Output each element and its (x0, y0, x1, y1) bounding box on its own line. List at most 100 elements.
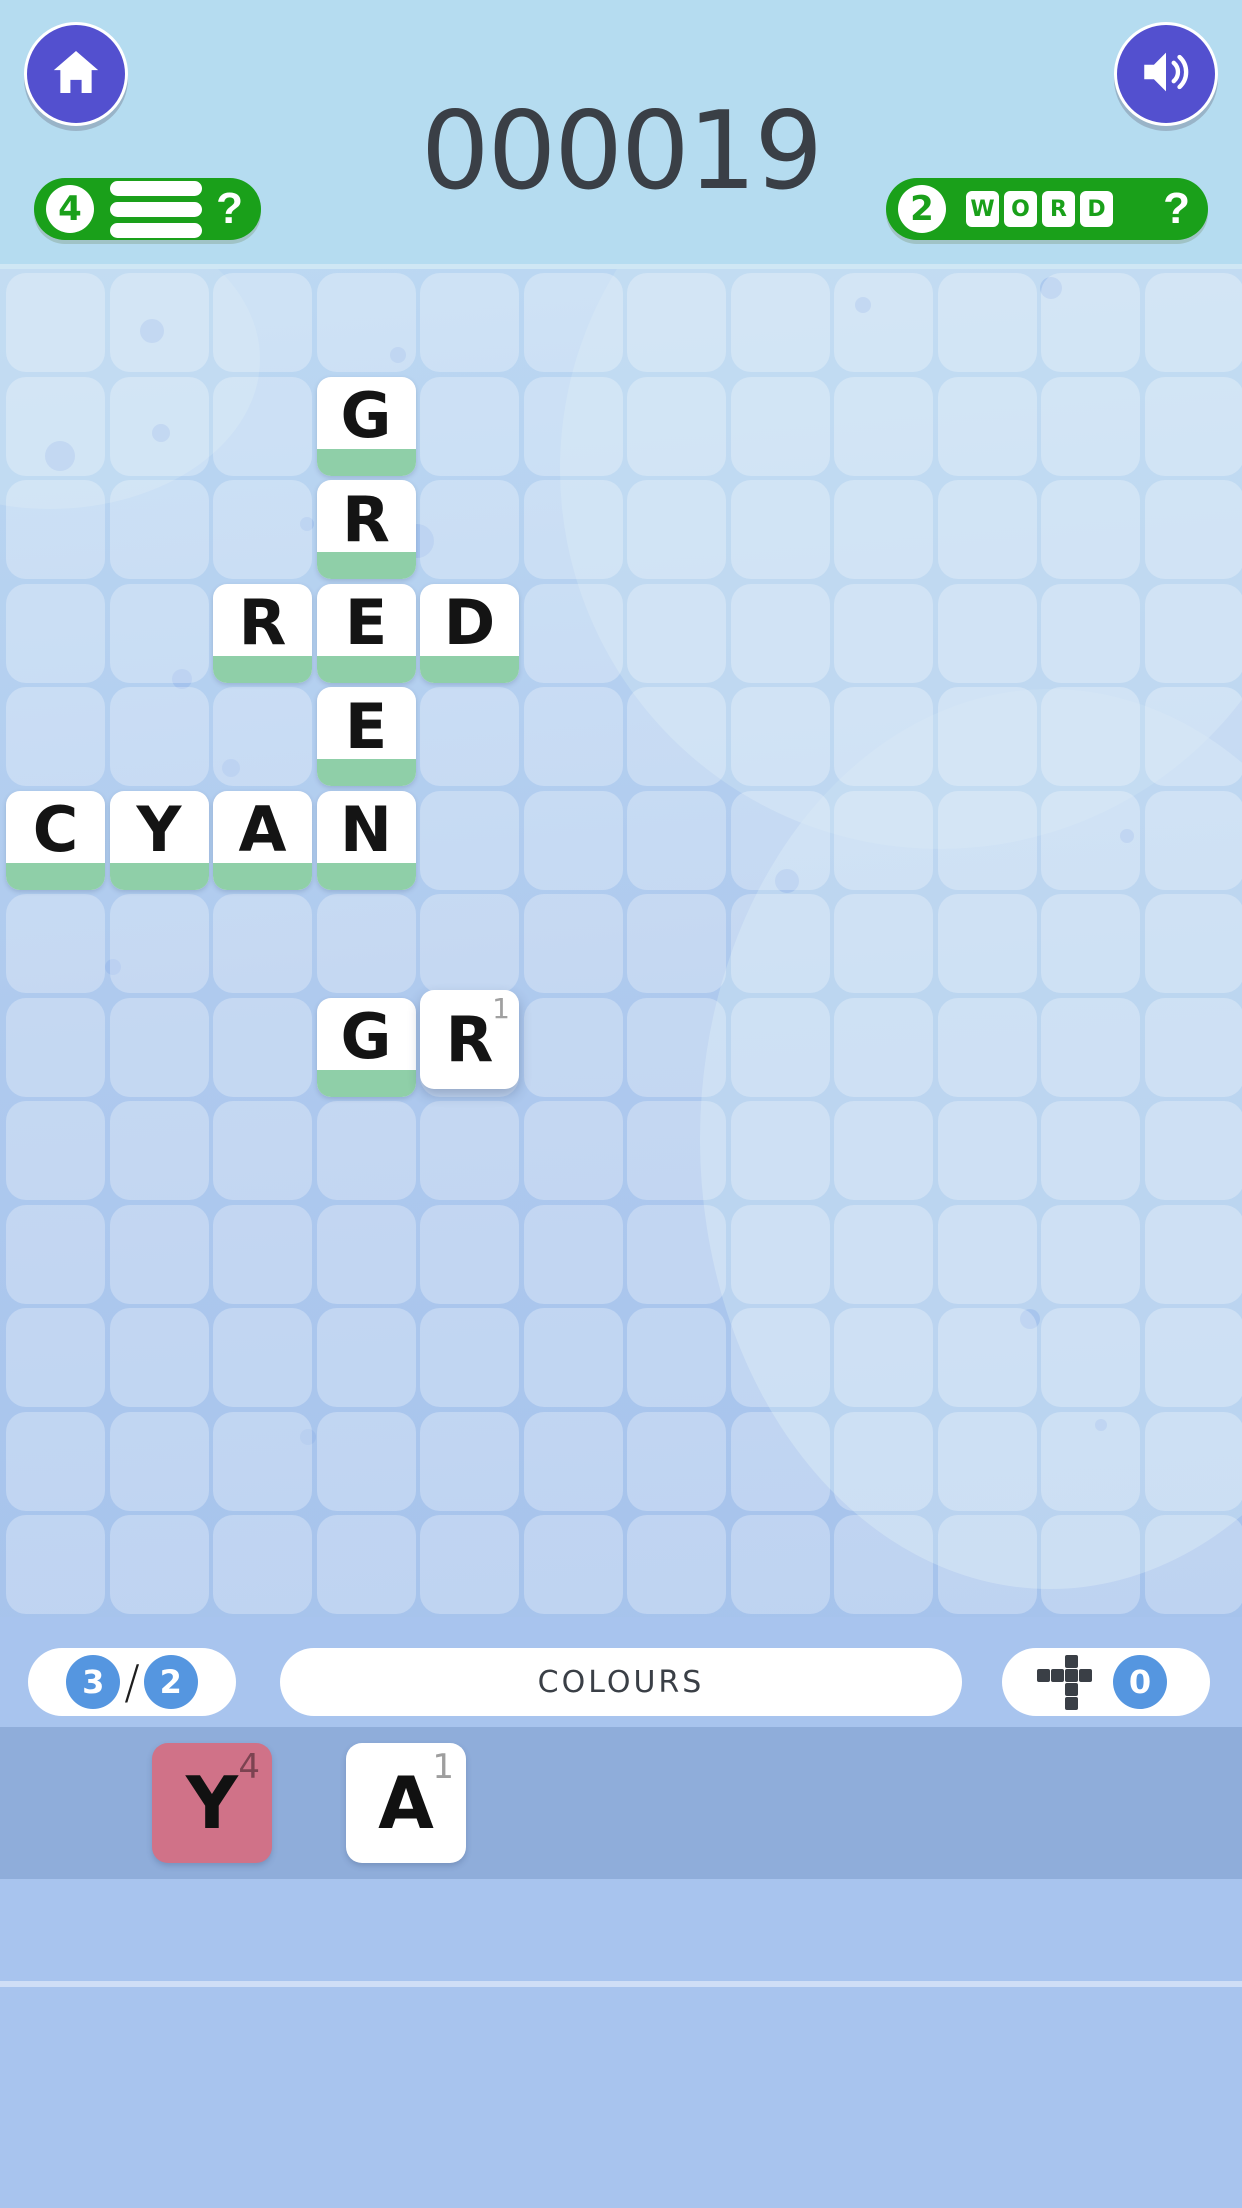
board-cell[interactable] (316, 1411, 416, 1511)
board-cell[interactable] (730, 1308, 830, 1407)
board-cell[interactable] (937, 1411, 1037, 1511)
board-cell[interactable] (834, 894, 933, 993)
board-cell[interactable] (627, 1308, 726, 1407)
board-cell[interactable] (213, 1411, 312, 1511)
rack-tile[interactable]: Y4 (152, 1743, 272, 1863)
board-cell[interactable] (834, 376, 933, 476)
board-cell[interactable] (6, 687, 105, 786)
board-cell[interactable] (213, 687, 312, 786)
board-cell[interactable] (834, 273, 933, 372)
board-cell[interactable] (834, 1411, 933, 1511)
board-tile[interactable]: A (213, 790, 312, 890)
board-cell[interactable] (109, 583, 209, 683)
board-cell[interactable] (109, 1411, 209, 1511)
board-cell[interactable] (109, 376, 209, 476)
board-tile[interactable]: D (420, 583, 519, 683)
board-cell[interactable] (730, 376, 830, 476)
board-cell[interactable] (316, 273, 416, 372)
board-cell[interactable] (420, 376, 519, 476)
board-cell[interactable] (523, 1308, 623, 1407)
board-cell[interactable] (6, 997, 105, 1097)
board-cell[interactable] (730, 894, 830, 993)
board-cell[interactable] (523, 1101, 623, 1200)
board-cell[interactable] (627, 790, 726, 890)
board-cell[interactable] (109, 273, 209, 372)
board-cell[interactable] (6, 1101, 105, 1200)
board-tile[interactable]: E (316, 583, 416, 683)
board-cell[interactable] (730, 1101, 830, 1200)
board-cell[interactable] (420, 1308, 519, 1407)
board-cell[interactable] (1144, 687, 1242, 786)
board-cell[interactable] (1144, 790, 1242, 890)
board-cell[interactable] (1041, 583, 1140, 683)
board-tile[interactable]: Y (109, 790, 209, 890)
board-cell[interactable] (730, 480, 830, 579)
board-cell[interactable] (627, 480, 726, 579)
board-cell[interactable] (627, 1204, 726, 1304)
board-cell[interactable] (523, 583, 623, 683)
board-cell[interactable] (6, 1204, 105, 1304)
board-cell[interactable] (1041, 997, 1140, 1097)
board-cell[interactable] (834, 687, 933, 786)
board-cell[interactable] (627, 894, 726, 993)
board-cell[interactable] (1041, 1411, 1140, 1511)
board-cell[interactable] (109, 480, 209, 579)
board-cell[interactable] (213, 1101, 312, 1200)
board-cell[interactable] (1041, 687, 1140, 786)
board-tile[interactable]: C (6, 790, 105, 890)
tile-rack[interactable]: Y4 A1 (0, 1727, 1242, 1879)
board-cell[interactable] (937, 480, 1037, 579)
board-cell[interactable] (834, 480, 933, 579)
board-cell[interactable] (937, 790, 1037, 890)
board-cell[interactable] (834, 1101, 933, 1200)
board-cell[interactable] (937, 894, 1037, 993)
board-cell[interactable] (730, 1411, 830, 1511)
board-cell[interactable] (834, 997, 933, 1097)
board-cell[interactable] (937, 1308, 1037, 1407)
board-cell[interactable] (937, 687, 1037, 786)
board-cell[interactable] (420, 273, 519, 372)
board-cell[interactable] (213, 273, 312, 372)
board-cell[interactable] (937, 1101, 1037, 1200)
rack-tile[interactable]: A1 (346, 1743, 466, 1863)
board-cell[interactable] (6, 480, 105, 579)
board-cell[interactable] (109, 1204, 209, 1304)
board-cell[interactable] (1041, 894, 1140, 993)
board-cell[interactable] (6, 1411, 105, 1511)
board-cell[interactable] (213, 1308, 312, 1407)
board-cell[interactable] (420, 894, 519, 993)
board-cell[interactable] (627, 687, 726, 786)
board-cell[interactable] (109, 1308, 209, 1407)
board-cell[interactable] (1041, 1101, 1140, 1200)
word-hint-pill[interactable]: 2 W O R D ? (886, 178, 1208, 240)
board-cell[interactable] (1144, 997, 1242, 1097)
board-cell[interactable] (627, 376, 726, 476)
board-cell[interactable] (627, 1515, 726, 1614)
game-board[interactable]: GRREDECYANGR1 (0, 269, 1242, 1617)
board-cell[interactable] (937, 583, 1037, 683)
board-cell[interactable] (1144, 273, 1242, 372)
board-tile[interactable]: G (316, 997, 416, 1097)
board-cell[interactable] (1041, 790, 1140, 890)
board-cell[interactable] (730, 687, 830, 786)
board-cell[interactable] (1041, 480, 1140, 579)
board-cell[interactable] (523, 687, 623, 786)
board-cell[interactable] (834, 1515, 933, 1614)
board-cell[interactable] (1144, 1101, 1242, 1200)
board-tile[interactable]: R (316, 480, 416, 579)
board-cell[interactable] (730, 1515, 830, 1614)
board-cell[interactable] (1041, 1308, 1140, 1407)
board-cell[interactable] (316, 894, 416, 993)
board-cell[interactable] (937, 273, 1037, 372)
board-cell[interactable] (523, 894, 623, 993)
board-cell[interactable] (109, 687, 209, 786)
board-cell[interactable] (316, 1515, 416, 1614)
board-cell[interactable] (627, 583, 726, 683)
board-cell[interactable] (834, 790, 933, 890)
board-cell[interactable] (109, 1101, 209, 1200)
board-cell[interactable] (6, 376, 105, 476)
board-cell[interactable] (523, 480, 623, 579)
board-cell[interactable] (213, 894, 312, 993)
board-cell[interactable] (730, 997, 830, 1097)
board-cell[interactable] (109, 894, 209, 993)
